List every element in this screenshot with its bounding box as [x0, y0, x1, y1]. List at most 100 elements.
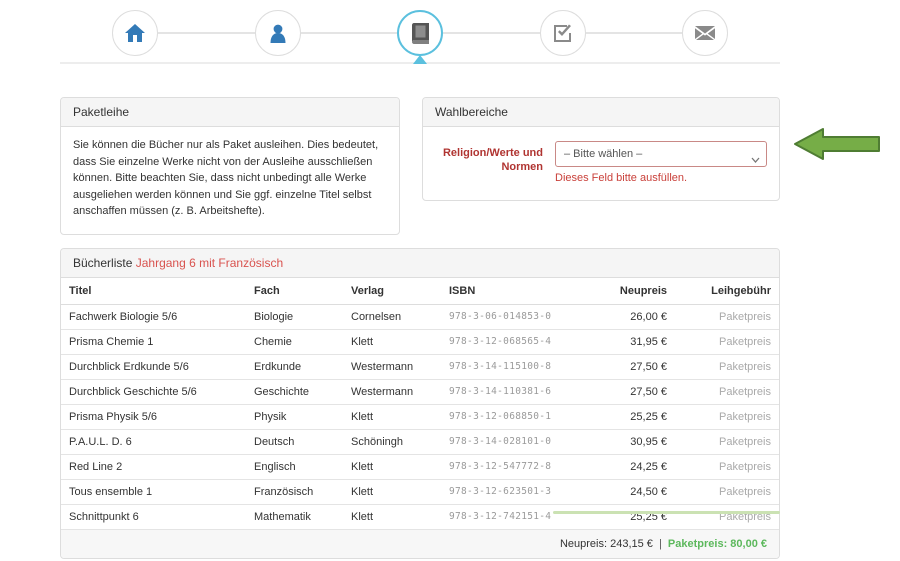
cell-fach: Englisch [246, 454, 343, 479]
cell-isbn: 978-3-12-742151-4 [441, 504, 589, 529]
buecherliste-title: Bücherliste Jahrgang 6 mit Französisch [61, 249, 779, 278]
cell-neupreis: 25,25 € [589, 404, 675, 429]
cell-fach: Erdkunde [246, 354, 343, 379]
cell-isbn: 978-3-12-623501-3 [441, 479, 589, 504]
cell-fach: Geschichte [246, 379, 343, 404]
cell-neupreis: 27,50 € [589, 379, 675, 404]
step-mail[interactable] [682, 10, 728, 56]
field-error-message: Dieses Feld bitte ausfüllen. [555, 172, 767, 184]
col-neupreis: Neupreis [589, 278, 675, 305]
cell-leihgebuehr: Paketpreis [675, 354, 779, 379]
cell-leihgebuehr: Paketpreis [675, 479, 779, 504]
table-body: Fachwerk Biologie 5/6BiologieCornelsen97… [61, 304, 779, 529]
green-pointer-arrow [793, 126, 881, 167]
cell-isbn: 978-3-12-068850-1 [441, 404, 589, 429]
panel-paketleihe-text: Sie können die Bücher nur als Paket ausl… [61, 127, 399, 234]
table-header-row: Titel Fach Verlag ISBN Neupreis Leihgebü… [61, 278, 779, 305]
cell-leihgebuehr: Paketpreis [675, 429, 779, 454]
panel-paketleihe-title: Paketleihe [61, 98, 399, 127]
cell-verlag: Klett [343, 504, 441, 529]
cell-fach: Physik [246, 404, 343, 429]
cell-isbn: 978-3-06-014853-0 [441, 304, 589, 329]
religion-select[interactable]: – Bitte wählen – [555, 141, 767, 167]
table-row: Prisma Physik 5/6PhysikKlett978-3-12-068… [61, 404, 779, 429]
col-verlag: Verlag [343, 278, 441, 305]
cell-verlag: Westermann [343, 379, 441, 404]
panel-wahlbereiche: Wahlbereiche Religion/Werte und Normen –… [422, 97, 780, 201]
cell-verlag: Klett [343, 454, 441, 479]
cell-titel: Red Line 2 [61, 454, 246, 479]
cell-verlag: Cornelsen [343, 304, 441, 329]
user-icon [269, 24, 287, 43]
table-row: Prisma Chemie 1ChemieKlett978-3-12-06856… [61, 329, 779, 354]
cell-neupreis: 30,95 € [589, 429, 675, 454]
col-isbn: ISBN [441, 278, 589, 305]
cell-neupreis: 24,50 € [589, 479, 675, 504]
table-footer-row: Neupreis: 243,15 € | Paketpreis: 80,00 € [61, 529, 779, 558]
cell-leihgebuehr: Paketpreis [675, 379, 779, 404]
step-books[interactable] [397, 10, 443, 56]
cell-titel: Fachwerk Biologie 5/6 [61, 304, 246, 329]
home-icon [125, 24, 145, 42]
cell-titel: Schnittpunkt 6 [61, 504, 246, 529]
cell-titel: Durchblick Erdkunde 5/6 [61, 354, 246, 379]
cell-neupreis: 24,25 € [589, 454, 675, 479]
cell-neupreis: 27,50 € [589, 354, 675, 379]
envelope-icon [695, 26, 715, 40]
buecherliste-title-jahrgang: Jahrgang 6 mit Französisch [136, 256, 283, 270]
cell-isbn: 978-3-12-068565-4 [441, 329, 589, 354]
cell-leihgebuehr: Paketpreis [675, 329, 779, 354]
total-paketpreis: Paketpreis: 80,00 € [668, 538, 767, 550]
table-row: Schnittpunkt 6MathematikKlett978-3-12-74… [61, 504, 779, 529]
success-panel-edge [553, 511, 780, 514]
cell-leihgebuehr: Paketpreis [675, 504, 779, 529]
step-home[interactable] [112, 10, 158, 56]
religion-field-row: Religion/Werte und Normen – Bitte wählen… [435, 141, 767, 184]
totals-cell: Neupreis: 243,15 € | Paketpreis: 80,00 € [61, 529, 779, 558]
content-container: Paketleihe Sie können die Bücher nur als… [60, 0, 780, 559]
panel-paketleihe: Paketleihe Sie können die Bücher nur als… [60, 97, 400, 235]
book-table: Titel Fach Verlag ISBN Neupreis Leihgebü… [61, 278, 779, 558]
cell-fach: Mathematik [246, 504, 343, 529]
cell-leihgebuehr: Paketpreis [675, 454, 779, 479]
cell-neupreis: 26,00 € [589, 304, 675, 329]
col-titel: Titel [61, 278, 246, 305]
active-step-caret [413, 55, 427, 64]
total-neupreis-value: 243,15 € [610, 538, 653, 550]
check-square-icon [553, 24, 572, 43]
cell-neupreis: 31,95 € [589, 329, 675, 354]
step-confirm[interactable] [540, 10, 586, 56]
buecherliste-title-prefix: Bücherliste [73, 256, 132, 270]
cell-isbn: 978-3-14-110381-6 [441, 379, 589, 404]
total-neupreis-label: Neupreis: [560, 538, 607, 550]
cell-leihgebuehr: Paketpreis [675, 404, 779, 429]
cell-fach: Chemie [246, 329, 343, 354]
table-row: Fachwerk Biologie 5/6BiologieCornelsen97… [61, 304, 779, 329]
wizard-stepper [60, 0, 780, 64]
cell-isbn: 978-3-14-028101-0 [441, 429, 589, 454]
panel-wahlbereiche-title: Wahlbereiche [423, 98, 779, 127]
cell-verlag: Klett [343, 329, 441, 354]
cell-titel: Tous ensemble 1 [61, 479, 246, 504]
cell-neupreis: 25,25 € [589, 504, 675, 529]
cell-titel: Prisma Chemie 1 [61, 329, 246, 354]
cell-titel: P.A.U.L. D. 6 [61, 429, 246, 454]
totals-separator: | [656, 538, 665, 550]
cell-verlag: Klett [343, 479, 441, 504]
book-icon [412, 23, 429, 44]
cell-titel: Prisma Physik 5/6 [61, 404, 246, 429]
step-user[interactable] [255, 10, 301, 56]
cell-isbn: 978-3-14-115100-8 [441, 354, 589, 379]
cell-fach: Französisch [246, 479, 343, 504]
cell-verlag: Westermann [343, 354, 441, 379]
table-row: Red Line 2EnglischKlett978-3-12-547772-8… [61, 454, 779, 479]
religion-field-label: Religion/Werte und Normen [435, 141, 543, 184]
cell-fach: Deutsch [246, 429, 343, 454]
cell-titel: Durchblick Geschichte 5/6 [61, 379, 246, 404]
cell-fach: Biologie [246, 304, 343, 329]
col-fach: Fach [246, 278, 343, 305]
table-row: Tous ensemble 1FranzösischKlett978-3-12-… [61, 479, 779, 504]
cell-verlag: Klett [343, 404, 441, 429]
table-row: Durchblick Erdkunde 5/6ErdkundeWesterman… [61, 354, 779, 379]
cell-verlag: Schöningh [343, 429, 441, 454]
